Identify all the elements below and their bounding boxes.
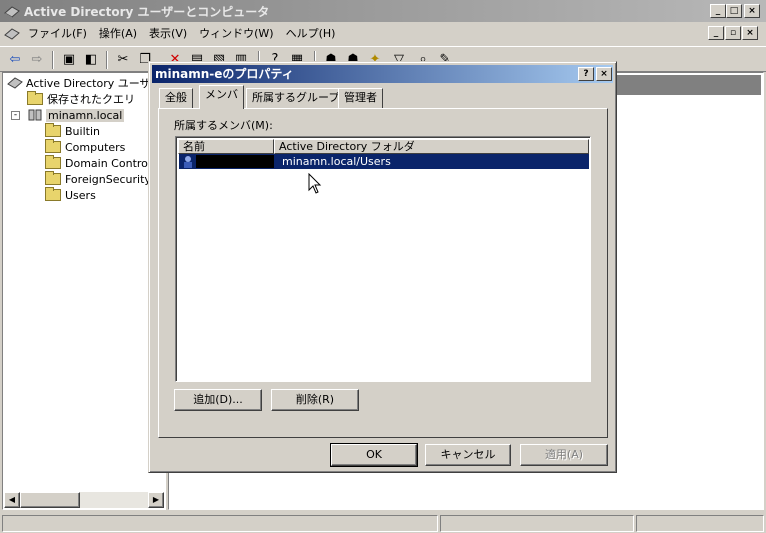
tree-item-domain[interactable]: minamn.local (27, 107, 125, 123)
scroll-right-button[interactable]: ▶ (148, 492, 164, 508)
tab-member-of[interactable]: 所属するグループ (246, 88, 346, 108)
minimize-button[interactable]: _ (710, 4, 726, 18)
add-button[interactable]: 追加(D)... (174, 389, 262, 411)
ok-button[interactable]: OK (330, 443, 418, 467)
row-folder: minamn.local/Users (282, 155, 391, 168)
folder-icon (45, 123, 61, 137)
folder-icon (27, 91, 43, 105)
tree-item-computers[interactable]: Computers (45, 139, 125, 155)
apply-button[interactable]: 適用(A) (520, 444, 608, 466)
menu-file[interactable]: ファイル(F) (22, 25, 93, 41)
status-cell-3 (636, 515, 764, 532)
tab-members[interactable]: メンバ (199, 85, 244, 109)
up-folder-icon[interactable]: ▣ (60, 51, 78, 69)
child-restore-button[interactable]: ▫ (725, 26, 741, 40)
tree-item-foreign-security[interactable]: ForeignSecurityl (45, 171, 154, 187)
status-cell-2 (440, 515, 634, 532)
console-icon (4, 28, 20, 40)
window-title: Active Directory ユーザーとコンピュータ (24, 4, 270, 19)
close-button[interactable]: × (744, 4, 760, 18)
maximize-button[interactable]: □ (726, 4, 742, 18)
scroll-thumb[interactable] (20, 492, 80, 508)
active-directory-icon (4, 6, 20, 19)
column-header-folder[interactable]: Active Directory フォルダ (274, 139, 589, 154)
tree-item-users[interactable]: Users (45, 187, 96, 203)
menu-bar: ファイル(F) 操作(A) 表示(V) ウィンドウ(W) ヘルプ(H) (0, 22, 766, 44)
details-header (615, 75, 761, 95)
members-list[interactable]: 名前 Active Directory フォルダ minamn.local/Us… (175, 136, 591, 382)
tree-item-domain-controllers[interactable]: Domain Controll (45, 155, 154, 171)
dialog-help-button[interactable]: ? (578, 67, 594, 81)
folder-icon (45, 171, 61, 185)
show-tree-icon[interactable]: ◧ (82, 51, 100, 69)
tab-general[interactable]: 全般 (159, 88, 193, 108)
tree-root[interactable]: Active Directory ユーザ (7, 75, 151, 91)
status-bar (0, 513, 766, 533)
cut-icon[interactable]: ✂ (114, 51, 132, 69)
dialog-title-bar: minamn-eのプロパティ (152, 65, 613, 83)
child-close-button[interactable]: × (742, 26, 758, 40)
menu-view[interactable]: 表示(V) (143, 25, 193, 41)
user-icon (184, 156, 192, 168)
column-header-name[interactable]: 名前 (178, 139, 274, 154)
folder-icon (45, 187, 61, 201)
scroll-left-button[interactable]: ◀ (4, 492, 20, 508)
dialog-title: minamn-eのプロパティ (155, 67, 294, 81)
list-item[interactable]: minamn.local/Users (179, 154, 589, 169)
menu-help[interactable]: ヘルプ(H) (280, 25, 342, 41)
menu-action[interactable]: 操作(A) (93, 25, 143, 41)
tree-item-builtin[interactable]: Builtin (45, 123, 100, 139)
ou-folder-icon (45, 155, 61, 169)
redacted-name (196, 155, 274, 168)
dialog-close-button[interactable]: × (596, 67, 612, 81)
collapse-icon[interactable]: - (11, 111, 20, 120)
folder-icon (45, 139, 61, 153)
child-minimize-button[interactable]: _ (708, 26, 724, 40)
domain-icon (28, 109, 42, 121)
forward-arrow-icon[interactable]: ⇨ (28, 51, 46, 69)
members-label: 所属するメンバ(M): (174, 119, 273, 132)
main-title-bar: Active Directory ユーザーとコンピュータ (0, 0, 766, 22)
properties-dialog: minamn-eのプロパティ ? × 全般 メンバ 所属するグループ 管理者 所… (148, 61, 617, 473)
remove-button[interactable]: 削除(R) (271, 389, 359, 411)
back-arrow-icon[interactable]: ⇦ (6, 51, 24, 69)
active-directory-icon (7, 77, 23, 89)
tree-item-saved-queries[interactable]: 保存されたクエリ (27, 91, 135, 107)
tab-managed-by[interactable]: 管理者 (338, 88, 383, 108)
cancel-button[interactable]: キャンセル (425, 444, 511, 466)
status-cell-1 (2, 515, 438, 532)
mouse-cursor-icon (308, 173, 322, 194)
tree-pane[interactable]: Active Directory ユーザ 保存されたクエリ - minamn.l… (2, 72, 166, 510)
tree-scrollbar[interactable]: ◀ ▶ (4, 492, 164, 508)
menu-window[interactable]: ウィンドウ(W) (193, 25, 279, 41)
